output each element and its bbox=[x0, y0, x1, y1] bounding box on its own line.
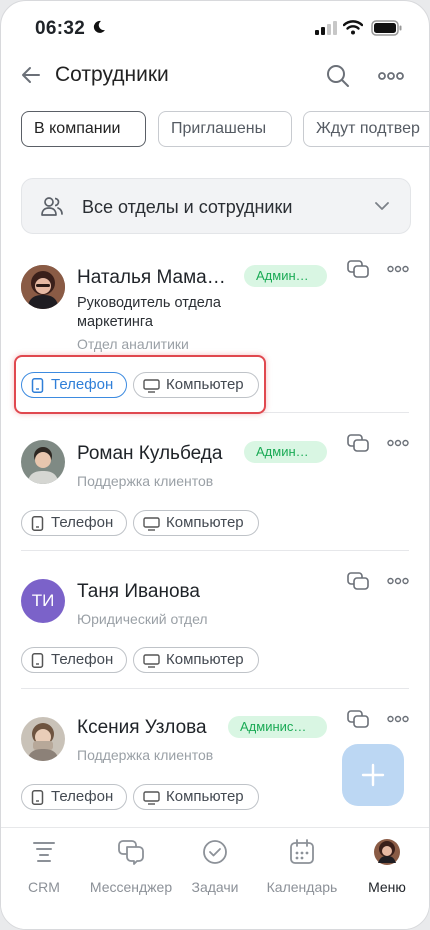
chat-icon[interactable] bbox=[347, 572, 369, 592]
employee-position: Руководитель отдела маркетинга bbox=[77, 295, 221, 330]
nav-label: Календарь bbox=[266, 879, 338, 895]
computer-pill[interactable]: Компьютер bbox=[133, 510, 259, 536]
users-icon bbox=[41, 197, 63, 216]
computer-pill[interactable]: Компьютер bbox=[133, 784, 259, 810]
chat-icon[interactable] bbox=[347, 434, 369, 454]
employee-name: Наталья Мама… bbox=[77, 267, 226, 288]
employee-department: Юридический отдел bbox=[77, 611, 208, 627]
avatar bbox=[21, 265, 65, 309]
admin-badge: Админ… bbox=[244, 441, 327, 463]
battery-icon bbox=[371, 20, 402, 36]
admin-badge: Админ… bbox=[244, 265, 327, 287]
add-employee-button[interactable] bbox=[342, 744, 404, 806]
employee-department: Поддержка клиентов bbox=[77, 747, 214, 763]
nav-tasks[interactable]: Задачи bbox=[187, 838, 243, 895]
nav-crm[interactable]: CRM bbox=[21, 838, 67, 895]
nav-label: Мессенджер bbox=[89, 879, 173, 895]
bottom-navigation: CRM Мессенджер Задачи Календарь Меню bbox=[1, 827, 429, 929]
more-options-icon[interactable] bbox=[387, 576, 409, 586]
divider bbox=[21, 688, 409, 689]
highlight-frame bbox=[14, 355, 266, 414]
phone-pill[interactable]: Телефон bbox=[21, 510, 127, 536]
department-select-label: Все отделы и сотрудники bbox=[82, 197, 293, 217]
crm-icon bbox=[33, 842, 55, 862]
avatar bbox=[21, 440, 65, 484]
phone-label: Телефон bbox=[51, 514, 114, 531]
employee-department: Отдел аналитики bbox=[77, 336, 189, 352]
signal-icon bbox=[315, 21, 337, 35]
computer-pill[interactable]: Компьютер bbox=[133, 647, 259, 673]
tasks-icon bbox=[203, 840, 227, 864]
moon-icon bbox=[93, 20, 105, 33]
avatar-initials: ТИ bbox=[21, 579, 65, 623]
admin-badge: Админис… bbox=[228, 716, 327, 738]
phone-label: Телефон bbox=[51, 651, 114, 668]
calendar-icon bbox=[290, 839, 314, 864]
phone-icon bbox=[31, 790, 44, 805]
phone-icon bbox=[31, 653, 44, 668]
nav-calendar[interactable]: Календарь bbox=[263, 838, 341, 895]
messenger-icon bbox=[118, 840, 144, 865]
page-title: Сотрудники bbox=[55, 63, 169, 86]
computer-icon bbox=[143, 791, 160, 805]
top-bar: Сотрудники bbox=[1, 59, 429, 95]
more-options-icon[interactable] bbox=[387, 438, 409, 448]
phone-screen: 06:32 Сотрудники В компании Приглашены Ж… bbox=[0, 0, 430, 930]
nav-label: Задачи bbox=[191, 879, 239, 895]
computer-label: Компьютер bbox=[166, 788, 244, 805]
nav-messenger[interactable]: Мессенджер bbox=[87, 838, 175, 895]
computer-icon bbox=[143, 517, 160, 531]
filter-invited[interactable]: Приглашены bbox=[158, 111, 292, 147]
chevron-down-icon bbox=[375, 202, 389, 210]
more-options-icon[interactable] bbox=[387, 264, 409, 274]
more-options-icon[interactable] bbox=[377, 65, 405, 87]
phone-pill[interactable]: Телефон bbox=[21, 784, 127, 810]
plus-icon bbox=[361, 763, 385, 787]
search-icon[interactable] bbox=[325, 63, 351, 89]
employee-department: Поддержка клиентов bbox=[77, 473, 214, 489]
nav-menu[interactable]: Меню bbox=[363, 838, 411, 895]
status-time: 06:32 bbox=[35, 18, 86, 39]
computer-label: Компьютер bbox=[166, 514, 244, 531]
nav-label: CRM bbox=[28, 879, 60, 895]
phone-pill[interactable]: Телефон bbox=[21, 647, 127, 673]
employee-card[interactable]: Роман Кульбеда Админ… Поддержка клиентов… bbox=[1, 431, 429, 551]
phone-icon bbox=[31, 516, 44, 531]
status-bar: 06:32 bbox=[1, 1, 429, 53]
phone-label: Телефон bbox=[51, 788, 114, 805]
chat-icon[interactable] bbox=[347, 710, 369, 730]
employee-name: Ксения Узлова bbox=[77, 717, 207, 738]
filter-in-company[interactable]: В компании bbox=[21, 111, 146, 147]
back-arrow-icon[interactable] bbox=[19, 63, 43, 87]
chat-icon[interactable] bbox=[347, 260, 369, 280]
employee-name: Таня Иванова bbox=[77, 581, 200, 602]
department-select[interactable]: Все отделы и сотрудники bbox=[21, 178, 411, 234]
avatar bbox=[21, 717, 65, 761]
employee-card[interactable]: ТИ Таня Иванова Юридический отдел Телефо… bbox=[1, 569, 429, 689]
computer-label: Компьютер bbox=[166, 651, 244, 668]
nav-label: Меню bbox=[368, 879, 406, 895]
more-options-icon[interactable] bbox=[387, 714, 409, 724]
filter-awaiting[interactable]: Ждут подтвер bbox=[303, 111, 429, 147]
computer-icon bbox=[143, 654, 160, 668]
menu-avatar-icon bbox=[374, 839, 400, 865]
employee-name: Роман Кульбеда bbox=[77, 443, 223, 464]
divider bbox=[21, 550, 409, 551]
wifi-icon bbox=[343, 20, 363, 35]
